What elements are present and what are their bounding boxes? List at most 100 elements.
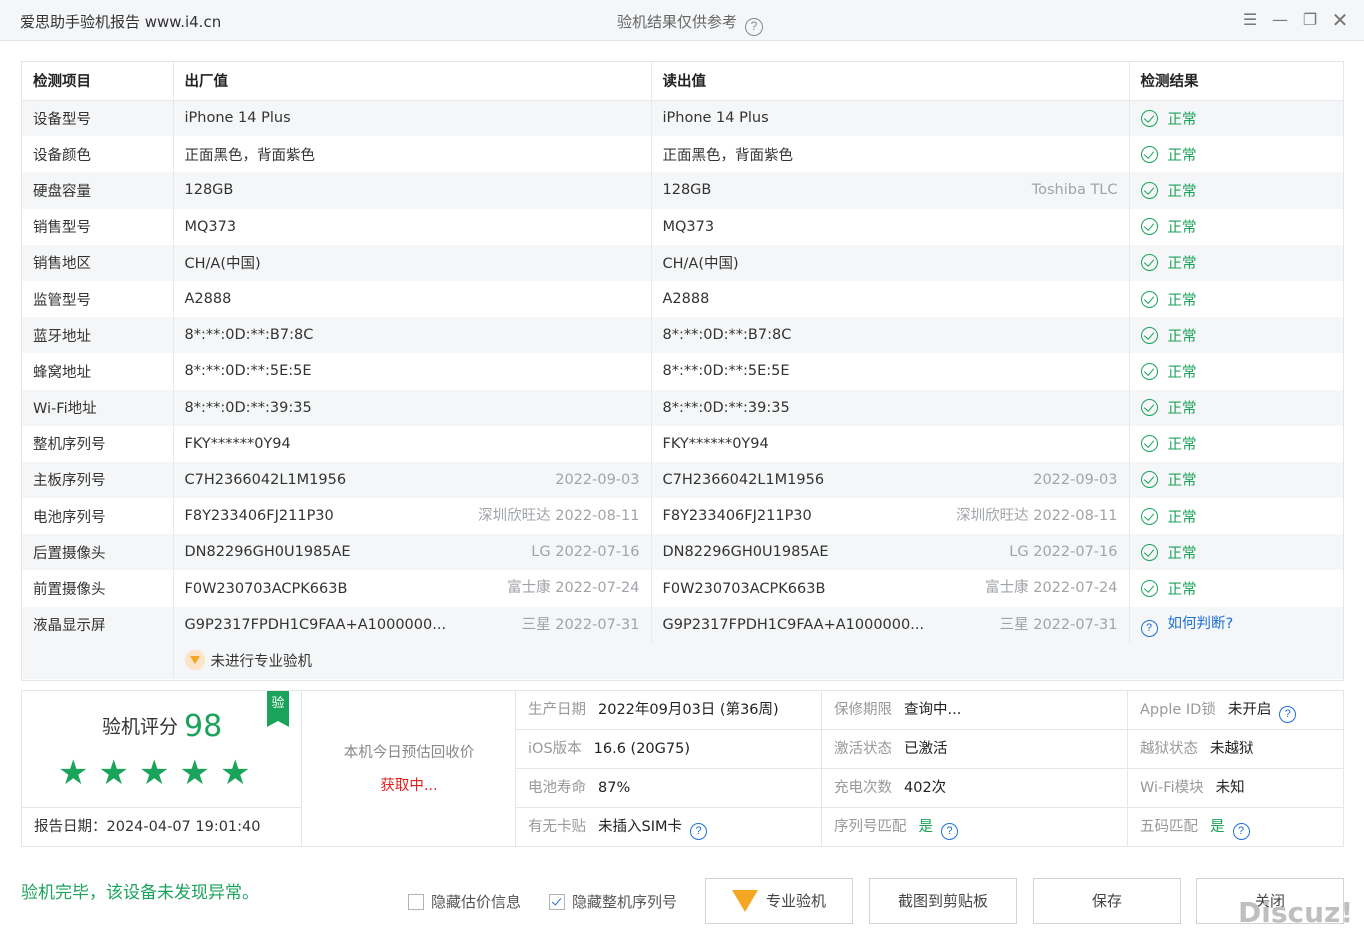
factory-cell: F0W230703ACPK663B 富士康 2022-07-24 [173, 570, 652, 607]
result-message: 验机完毕，该设备未发现异常。 [21, 883, 259, 903]
price-value: 获取中... [380, 778, 438, 794]
table-row: 电池序列号 F8Y233406FJ211P30 深圳欣旺达 2022-08-11 F8… [22, 498, 1343, 535]
result-cell: 正常 [1129, 280, 1343, 318]
question-circle-icon[interactable]: ? [941, 823, 958, 840]
how-to-judge-link[interactable]: 如何判断? [1168, 616, 1234, 632]
info-key: 电池寿命 [528, 780, 586, 796]
check-circle-icon [1140, 109, 1158, 127]
result-cell: 正常 [1129, 136, 1343, 173]
read-value: 8*:**:0D:**:5E:5E [662, 363, 790, 380]
read-value: 8*:**:0D:**:B7:8C [662, 327, 792, 344]
item-name: 监管型号 [22, 280, 174, 318]
checkbox-box[interactable] [549, 894, 565, 910]
read-value: MQ373 [662, 218, 715, 235]
result-cell: 正常 [1129, 534, 1343, 571]
factory-cell: DN82296GH0U1985AE LG 2022-07-16 [173, 534, 652, 571]
result-cell: 正常 [1129, 389, 1343, 426]
read-value: A2888 [662, 291, 710, 308]
result-cell[interactable]: ? 如何判断? [1129, 606, 1343, 643]
info-value: 已激活 [904, 741, 948, 757]
result-text: 正常 [1167, 183, 1197, 200]
item-name: 蓝牙地址 [22, 317, 174, 354]
result-text: 正常 [1167, 147, 1197, 164]
pro-note-spacer [22, 642, 174, 679]
item-name: 设备颜色 [22, 136, 174, 173]
table-row: 销售型号 MQ373 MQ373 正常 [22, 208, 1343, 245]
read-cell: G9P2317FPDH1C9FAA+A1000000... 三星 2022-07-… [651, 606, 1130, 643]
info-cell: Apple ID锁 未开启? [1128, 691, 1343, 730]
hide-price-checkbox[interactable]: 隐藏估价信息 [408, 891, 521, 912]
star-icon: ★ [138, 753, 180, 793]
factory-value: 8*:**:0D:**:5E:5E [184, 363, 312, 380]
read-value: iPhone 14 Plus [662, 110, 769, 127]
rating-stars: ★★★★★ [58, 753, 260, 793]
star-icon: ★ [98, 753, 139, 793]
read-cell: 正面黑色，背面紫色 [651, 136, 1130, 173]
read-value: CH/A(中国) [662, 256, 739, 273]
pro-note: 未进行专业验机 [173, 642, 1343, 679]
check-grid: 检测项目 出厂值 读出值 检测结果 设备型号 iPhone 14 Plus iPho… [22, 62, 1343, 679]
menu-icon[interactable]: ☰ [1240, 10, 1260, 30]
factory-value: 正面黑色，背面紫色 [184, 147, 316, 164]
info-key: 有无卡贴 [528, 819, 586, 835]
table-row: 硬盘容量 128GB 128GB Toshiba TLC 正常 [22, 172, 1343, 209]
table-row: 设备颜色 正面黑色，背面紫色 正面黑色，背面紫色 正常 [22, 136, 1343, 173]
factory-value: 8*:**:0D:**:B7:8C [184, 327, 314, 344]
read-cell: 8*:**:0D:**:B7:8C [651, 317, 1130, 354]
check-circle-icon [1140, 399, 1158, 417]
question-circle-icon[interactable]: ? [690, 823, 707, 840]
hide-serial-checkbox[interactable]: 隐藏整机序列号 [549, 891, 677, 912]
check-circle-icon [1140, 507, 1158, 525]
read-cell: DN82296GH0U1985AE LG 2022-07-16 [651, 534, 1130, 571]
price-box: 本机今日预估回收价 获取中... [302, 691, 516, 846]
check-circle-icon [1140, 362, 1158, 380]
read-value: 正面黑色，背面紫色 [662, 147, 794, 164]
question-circle-icon[interactable]: ? [1232, 823, 1250, 840]
summary-panel: 验机评分 98 验 ★★★★★ 报告日期：2024-04-07 19:01:40 … [21, 690, 1344, 847]
info-key: 五码匹配 [1140, 819, 1198, 835]
question-circle-icon[interactable]: ? [1279, 706, 1297, 723]
pro-check-button[interactable]: 专业验机 [705, 878, 853, 924]
copy-screenshot-button[interactable]: 截图到剪贴板 [869, 878, 1017, 924]
restore-icon[interactable]: ❐ [1300, 10, 1320, 30]
factory-extra: 富士康 2022-07-24 [507, 580, 640, 597]
result-cell: 正常 [1129, 317, 1343, 354]
question-circle-icon[interactable]: ? [745, 18, 764, 36]
read-cell: F8Y233406FJ211P30 深圳欣旺达 2022-08-11 [651, 498, 1130, 535]
item-name: 前置摄像头 [22, 570, 174, 607]
check-circle-icon [1140, 290, 1158, 308]
header-factory: 出厂值 [173, 62, 652, 101]
info-cell: 激活状态 已激活 [822, 730, 1128, 769]
info-cell: 五码匹配是? [1128, 808, 1343, 847]
factory-cell: MQ373 [173, 208, 652, 245]
read-extra: 富士康 2022-07-24 [985, 580, 1118, 597]
factory-value: F0W230703ACPK663B [184, 580, 348, 597]
factory-value: G9P2317FPDH1C9FAA+A1000000... [184, 616, 447, 633]
check-circle-icon [1140, 254, 1158, 272]
factory-value: iPhone 14 Plus [184, 110, 291, 127]
check-circle-icon [1140, 218, 1158, 236]
read-value: DN82296GH0U1985AE [662, 544, 829, 561]
checkbox-box[interactable] [408, 894, 424, 910]
read-cell: MQ373 [651, 208, 1130, 245]
minimize-icon[interactable]: — [1270, 10, 1290, 30]
result-text: 正常 [1167, 473, 1197, 490]
info-cell: 序列号匹配是? [822, 808, 1128, 847]
window-title: 验机结果仅供参考? [617, 11, 764, 36]
close-icon[interactable]: ✕ [1330, 10, 1350, 30]
star-icon: ★ [219, 753, 261, 793]
item-name: 主板序列号 [22, 461, 174, 499]
hide-price-label: 隐藏估价信息 [431, 893, 522, 911]
question-circle-icon[interactable]: ? [1140, 620, 1158, 638]
score-value: 98 [184, 709, 223, 744]
read-cell: FKY******0Y94 [651, 425, 1130, 462]
verify-tag: 验 [267, 691, 289, 727]
item-name: 电池序列号 [22, 498, 174, 535]
info-value: 未知 [1215, 780, 1245, 796]
info-value: 16.6 (20G75) [593, 741, 691, 757]
info-grid: 生产日期 2022年09月03日 (第36周) 保修期限 查询中... Apple ID… [516, 691, 1343, 847]
save-button[interactable]: 保存 [1033, 878, 1181, 924]
result-text: 正常 [1167, 292, 1197, 309]
info-key: 充电次数 [834, 780, 892, 796]
pro-note-text: 未进行专业验机 [210, 654, 313, 671]
